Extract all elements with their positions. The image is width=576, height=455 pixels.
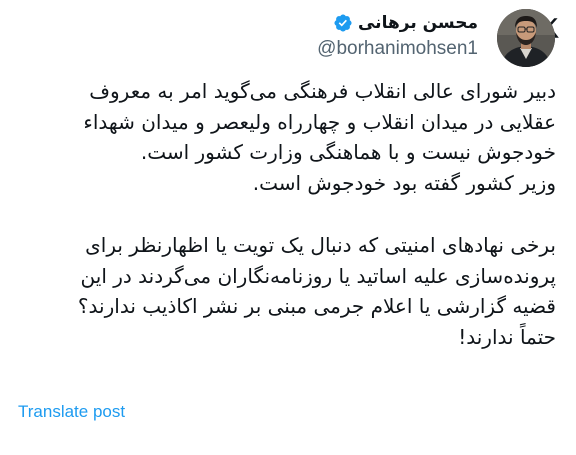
tweet-line: خودجوش نیست و با هماهنگی وزارت کشور است. xyxy=(140,140,556,164)
tweet-line: عقلایی در میدان انقلاب و چهارراه ولیعصر … xyxy=(83,109,556,134)
avatar-image xyxy=(497,9,555,67)
verified-badge-icon xyxy=(334,14,352,32)
translate-post-link[interactable]: Translate post xyxy=(18,402,125,422)
tweet-text: دبیر شورای عالی انقلاب فرهنگی می‌گوید ام… xyxy=(14,76,556,352)
tweet-line: قضیه گزارشی یا اعلام جرمی مبنی بر نشر اک… xyxy=(77,294,556,318)
tweet-paragraph-1: دبیر شورای عالی انقلاب فرهنگی می‌گوید ام… xyxy=(14,76,556,198)
tweet-line: حتماً ندارند! xyxy=(458,324,556,349)
tweet-line: دبیر شورای عالی انقلاب فرهنگی می‌گوید ام… xyxy=(89,79,556,103)
author-handle[interactable]: @borhanimohsen1 xyxy=(317,36,478,62)
tweet-card: محسن برهانی @borhanimohsen1 دبیر شورای ع… xyxy=(0,0,576,455)
tweet-line: برخی نهادهای امنیتی که دنبال یک تویت یا … xyxy=(85,233,556,257)
author-info[interactable]: محسن برهانی @borhanimohsen1 xyxy=(317,11,478,62)
name-row: محسن برهانی xyxy=(317,11,478,35)
tweet-line: پرونده‌سازی علیه اساتید یا روزنامه‌نگارا… xyxy=(80,263,556,288)
tweet-paragraph-2: برخی نهادهای امنیتی که دنبال یک تویت یا … xyxy=(14,230,556,352)
tweet-line: وزیر کشور گفته بود خودجوش است. xyxy=(252,170,556,195)
author-display-name[interactable]: محسن برهانی xyxy=(358,11,478,35)
avatar[interactable] xyxy=(497,9,555,67)
